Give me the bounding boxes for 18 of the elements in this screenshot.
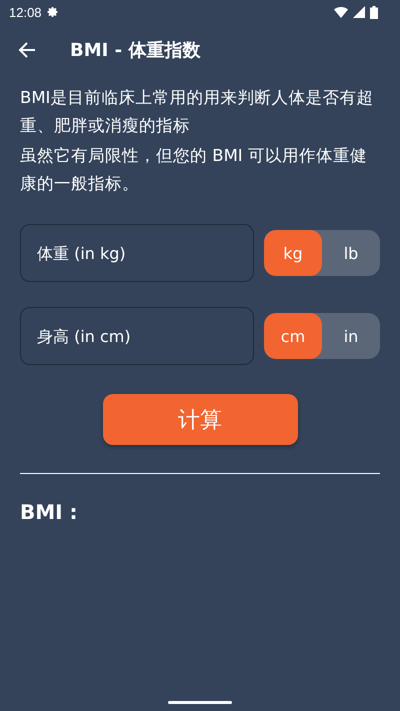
wifi-icon [334, 6, 348, 18]
unit-option[interactable]: in [322, 313, 380, 359]
unit-option[interactable]: cm [264, 313, 322, 359]
status-time: 12:08 [9, 4, 42, 20]
unit-option[interactable]: lb [322, 230, 380, 276]
bmi-result-label: BMI : [20, 500, 79, 524]
signal-icon [353, 6, 365, 18]
home-indicator [168, 701, 232, 704]
intro-text: 虽然它有局限性，但您的 BMI 可以用作体重健康的一般指标。 [20, 145, 368, 195]
settings-icon [46, 6, 59, 18]
unit-option[interactable]: kg [264, 230, 322, 276]
input-field[interactable]: 身高 (in cm) [20, 307, 254, 365]
calculate-button[interactable]: 计算 [102, 394, 298, 445]
page-title: BMI - 体重指数 [70, 39, 200, 62]
input-field[interactable]: 体重 (in kg) [20, 224, 254, 282]
back-icon[interactable] [18, 41, 36, 59]
battery-icon [370, 6, 378, 18]
intro-text: BMI是目前临床上常用的用来判断人体是否有超重、肥胖或消瘦的指标 [20, 87, 374, 137]
